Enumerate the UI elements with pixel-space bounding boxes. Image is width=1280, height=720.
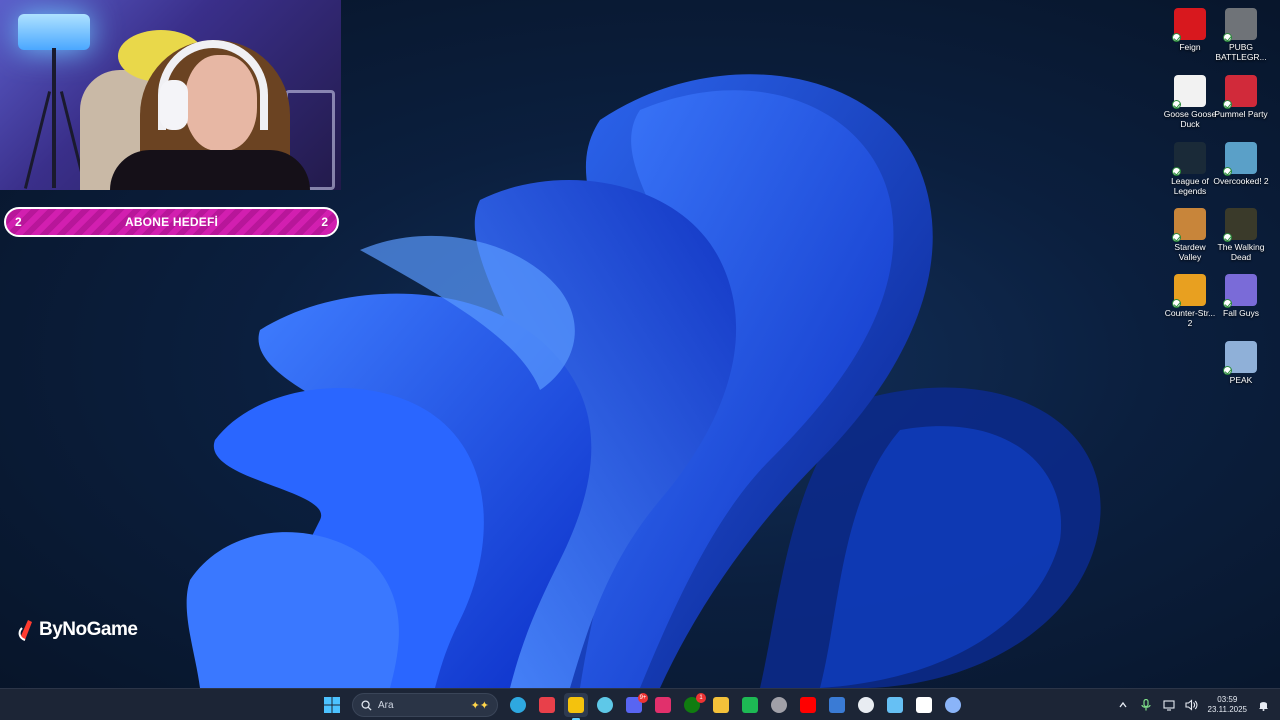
taskbar-app[interactable] bbox=[593, 693, 617, 717]
desktop-shortcut[interactable]: Fall Guys bbox=[1213, 270, 1269, 318]
taskbar-app[interactable] bbox=[564, 693, 588, 720]
desktop-shortcut-label: Stardew Valley bbox=[1174, 242, 1206, 262]
desktop-shortcut[interactable]: The Walking Dead bbox=[1213, 204, 1269, 262]
mail-icon bbox=[829, 697, 845, 713]
taskbar-app[interactable] bbox=[535, 693, 559, 717]
system-tray: 03:59 23.11.2025 bbox=[1116, 689, 1270, 720]
sync-check-icon bbox=[1172, 33, 1181, 42]
spotify-icon bbox=[742, 697, 758, 713]
taskbar-app[interactable]: 1 bbox=[680, 693, 706, 717]
pubg-icon bbox=[1223, 8, 1257, 42]
taskbar-app[interactable] bbox=[825, 693, 849, 717]
tiktok-icon bbox=[916, 697, 932, 713]
sync-check-icon bbox=[1223, 299, 1232, 308]
notification-badge: 1 bbox=[696, 693, 706, 703]
overcooked-icon bbox=[1223, 142, 1257, 176]
copilot-icon bbox=[597, 697, 613, 713]
sync-check-icon bbox=[1172, 299, 1181, 308]
windows-logo-icon bbox=[324, 697, 340, 713]
edge-icon bbox=[510, 697, 526, 713]
chevron-up-icon[interactable] bbox=[1116, 698, 1130, 712]
search-placeholder: Ara bbox=[378, 699, 394, 711]
desktop-shortcut-label: League of Legends bbox=[1171, 176, 1209, 196]
taskbar-app[interactable] bbox=[767, 693, 791, 717]
notification-badge: 9+ bbox=[638, 693, 648, 703]
league-of-legends-icon bbox=[1172, 142, 1206, 176]
sync-check-icon bbox=[1223, 33, 1232, 42]
copilot-sparkle-icon: ✦✦ bbox=[470, 699, 489, 712]
desktop-shortcut-label: The Walking Dead bbox=[1217, 242, 1265, 262]
taskbar-app[interactable] bbox=[709, 693, 733, 717]
desktop-shortcut[interactable]: PEAK bbox=[1213, 337, 1269, 385]
file-explorer-icon bbox=[713, 697, 729, 713]
microphone-icon[interactable] bbox=[1139, 698, 1153, 712]
chrome-icon bbox=[568, 697, 584, 713]
volume-icon[interactable] bbox=[1185, 698, 1199, 712]
pummel-party-icon bbox=[1223, 75, 1257, 109]
sync-check-icon bbox=[1172, 233, 1181, 242]
desktop-shortcut-label: PUBG BATTLEGR... bbox=[1215, 42, 1267, 62]
notepad-icon bbox=[858, 697, 874, 713]
fall-guys-icon bbox=[1223, 274, 1257, 308]
taskbar-app[interactable] bbox=[941, 693, 965, 717]
desktop-shortcut-label: PEAK bbox=[1229, 375, 1253, 385]
desktop-shortcut[interactable]: Pummel Party bbox=[1213, 71, 1269, 119]
search-icon bbox=[361, 699, 372, 711]
taskbar-app[interactable] bbox=[796, 693, 820, 717]
feign-icon bbox=[1172, 8, 1206, 42]
sync-check-icon bbox=[1223, 233, 1232, 242]
settings-app-icon bbox=[945, 697, 961, 713]
taskbar-app[interactable] bbox=[506, 693, 530, 717]
sync-check-icon bbox=[1172, 100, 1181, 109]
sync-check-icon bbox=[1172, 167, 1181, 176]
taskbar-app[interactable] bbox=[738, 693, 762, 717]
taskbar: Ara ✦✦ 9+ 1 03:59 23.11.2025 bbox=[0, 688, 1280, 720]
peak-icon bbox=[1223, 341, 1257, 375]
sync-check-icon bbox=[1223, 100, 1232, 109]
walking-dead-icon bbox=[1223, 208, 1257, 242]
clock-time: 03:59 bbox=[1217, 695, 1238, 704]
taskbar-app[interactable]: 9+ bbox=[622, 693, 648, 717]
taskbar-center: Ara ✦✦ 9+ 1 bbox=[320, 689, 965, 720]
desktop-shortcut-label: Fall Guys bbox=[1223, 308, 1259, 318]
clock[interactable]: 03:59 23.11.2025 bbox=[1208, 695, 1247, 715]
desktop-shortcut[interactable]: Counter-Str... 2 bbox=[1162, 270, 1218, 328]
taskbar-search[interactable]: Ara ✦✦ bbox=[352, 693, 498, 717]
desktop-shortcut[interactable]: Stardew Valley bbox=[1162, 204, 1218, 262]
clock-date: 23.11.2025 bbox=[1207, 705, 1247, 714]
desktop-shortcut[interactable]: Goose Goose Duck bbox=[1162, 71, 1218, 129]
start-button[interactable] bbox=[320, 693, 344, 717]
taskbar-app[interactable] bbox=[651, 693, 675, 717]
sync-check-icon bbox=[1223, 167, 1232, 176]
desktop-shortcut-label: Pummel Party bbox=[1214, 109, 1268, 119]
desktop-shortcut[interactable]: Feign bbox=[1162, 4, 1218, 52]
stardew-valley-icon bbox=[1172, 208, 1206, 242]
desktop-shortcut-label: Counter-Str... 2 bbox=[1164, 308, 1216, 328]
notification-bell-icon[interactable] bbox=[1256, 698, 1270, 712]
desktop-icons: Feign PUBG BATTLEGR... Goose Goose Duck Pum… bbox=[0, 0, 1280, 688]
instagram-icon bbox=[655, 697, 671, 713]
taskbar-app[interactable] bbox=[883, 693, 907, 717]
valorant-icon bbox=[539, 697, 555, 713]
desktop-shortcut-label: Goose Goose Duck bbox=[1163, 109, 1217, 129]
obs-icon bbox=[771, 697, 787, 713]
taskbar-app[interactable] bbox=[912, 693, 936, 717]
youtube-icon bbox=[800, 697, 816, 713]
pinned-apps: 9+ 1 bbox=[506, 693, 965, 720]
desktop-shortcut[interactable]: PUBG BATTLEGR... bbox=[1213, 4, 1269, 62]
desktop-shortcut[interactable]: League of Legends bbox=[1162, 138, 1218, 196]
desktop-shortcut[interactable]: Overcooked! 2 bbox=[1213, 138, 1269, 186]
taskbar-app[interactable] bbox=[854, 693, 878, 717]
counter-strike-icon bbox=[1172, 274, 1206, 308]
steam-icon bbox=[887, 697, 903, 713]
desktop-shortcut-label: Feign bbox=[1179, 42, 1201, 52]
goose-goose-duck-icon bbox=[1172, 75, 1206, 109]
network-icon[interactable] bbox=[1162, 698, 1176, 712]
desktop-shortcut-label: Overcooked! 2 bbox=[1213, 176, 1269, 186]
sync-check-icon bbox=[1223, 366, 1232, 375]
